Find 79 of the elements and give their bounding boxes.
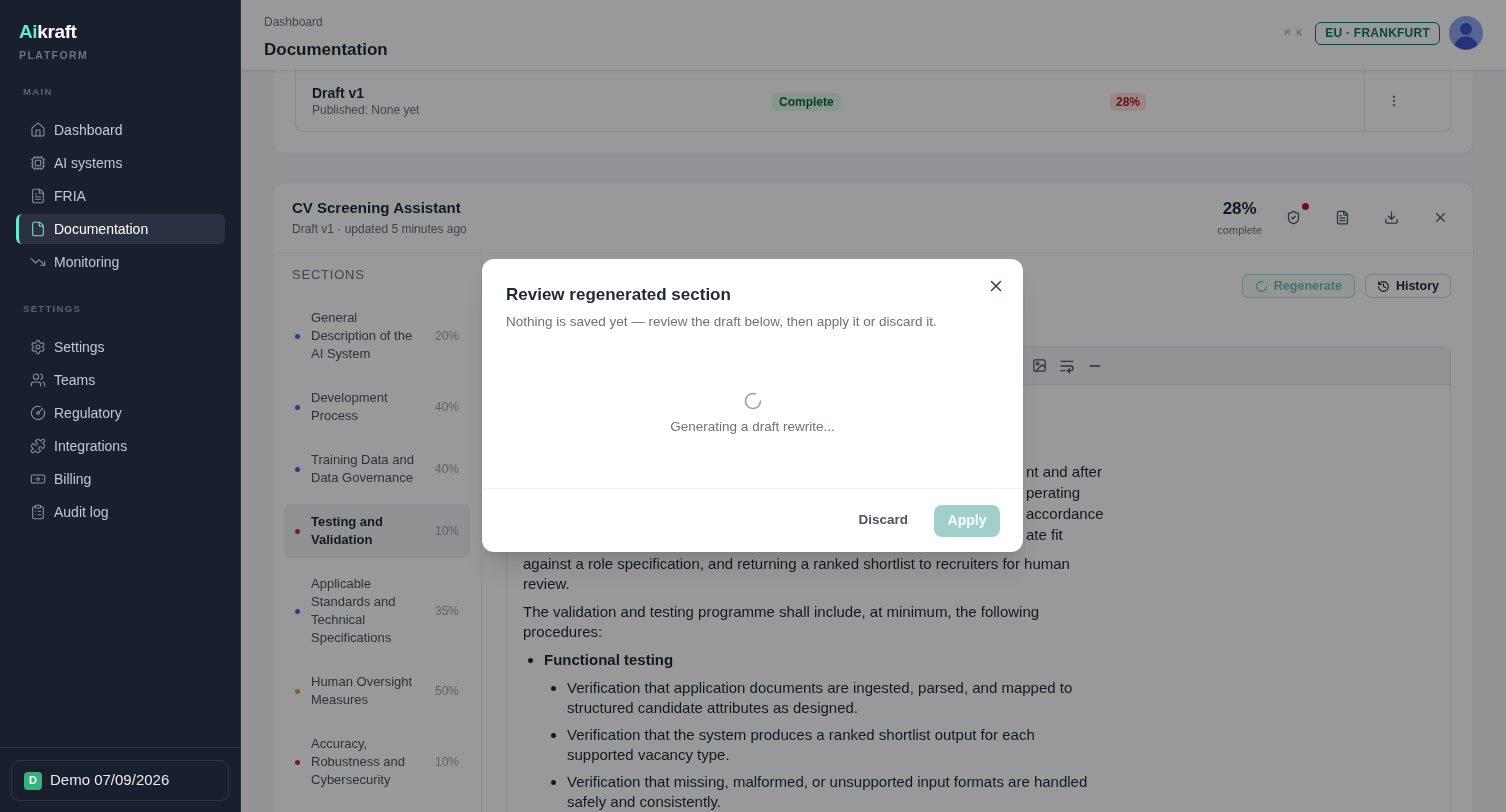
spinner-icon xyxy=(1254,279,1268,293)
nav-item[interactable]: FRIA xyxy=(16,181,225,211)
dialog-title: Review regenerated section xyxy=(506,284,731,306)
version-name: Draft v1 xyxy=(312,83,365,102)
nav-item[interactable]: Settings xyxy=(16,332,225,362)
bullet-icon xyxy=(551,780,556,785)
settings-icon xyxy=(30,339,46,355)
editor-text: ate fit xyxy=(1026,525,1063,545)
section-progress: 40% xyxy=(434,399,459,416)
section-item[interactable]: Training Data and Data Governance 40% xyxy=(284,442,470,496)
sections-heading: SECTIONS xyxy=(292,267,365,283)
editor-paragraph: The validation and testing programme shall include, at minimum, the following procedures: xyxy=(523,602,1041,642)
nav-item[interactable]: Billing xyxy=(16,464,225,494)
chip-icon xyxy=(30,155,46,171)
page-title: Documentation xyxy=(264,39,388,61)
download-icon[interactable] xyxy=(1383,210,1399,225)
breadcrumb-link[interactable]: Dashboard xyxy=(264,14,323,30)
nav-group-heading: MAIN xyxy=(23,86,53,98)
completion-badge: 28% xyxy=(1110,92,1147,111)
nav-item[interactable]: Audit log xyxy=(16,497,225,527)
bullet-icon xyxy=(528,658,533,663)
document-icon[interactable] xyxy=(1334,210,1350,225)
app-logo: Aikraft xyxy=(19,22,77,42)
section-item[interactable]: Development Process 40% xyxy=(284,380,470,434)
section-item[interactable]: Accuracy, Robustness and Cybersecurity 10% xyxy=(284,726,470,798)
completion-value: 28% xyxy=(1222,198,1257,220)
home-icon xyxy=(30,122,46,138)
section-progress: 40% xyxy=(434,461,459,478)
section-item[interactable]: General Description of the AI System 20% xyxy=(284,300,470,372)
section-progress: 10% xyxy=(434,754,459,771)
section-progress: 50% xyxy=(434,683,459,700)
workspace-badge: D xyxy=(24,771,42,790)
nav-item[interactable]: Integrations xyxy=(16,431,225,461)
shield-check-icon[interactable] xyxy=(1285,210,1301,225)
clipboard-icon xyxy=(30,504,46,520)
nav-item[interactable]: Monitoring xyxy=(16,247,225,277)
status-badge: Complete xyxy=(772,92,841,111)
banknote-icon xyxy=(30,471,46,487)
editor-text: accordance xyxy=(1026,504,1104,524)
section-progress: 20% xyxy=(434,328,459,345)
bullet-icon xyxy=(551,686,556,691)
dialog-description: Nothing is saved yet — review the draft below, then apply it or discard it. xyxy=(506,313,937,331)
discard-button[interactable]: Discard xyxy=(846,504,920,537)
section-progress: 35% xyxy=(434,603,459,620)
section-item[interactable]: Human Oversight Measures 50% xyxy=(284,664,470,718)
published-date: Published: None yet xyxy=(312,101,420,118)
nav-item[interactable]: AI systems xyxy=(16,148,225,178)
editor-text: nt and after xyxy=(1026,462,1102,482)
nav-item[interactable]: Dashboard xyxy=(16,115,225,145)
region-badge: EU · FRANKFURT xyxy=(1315,21,1440,45)
list-item-text: Functional testing xyxy=(544,650,674,670)
file-icon xyxy=(30,221,46,237)
nav-group-heading: SETTINGS xyxy=(23,303,82,315)
spinner-icon xyxy=(742,391,763,411)
completion-caption: complete xyxy=(1217,223,1262,237)
loading-text: Generating a draft rewrite... xyxy=(670,418,835,436)
history-button[interactable]: History xyxy=(1364,274,1451,298)
logo-tagline: PLATFORM xyxy=(19,48,89,62)
nav-item[interactable]: Documentation xyxy=(16,214,225,244)
history-icon xyxy=(1376,279,1390,293)
image-icon[interactable] xyxy=(1032,358,1047,373)
list-item-text: Verification that missing, malformed, or unsupported input formats are handled safely and consistently. xyxy=(567,772,1089,812)
document-icon xyxy=(30,188,46,204)
shortcut-hint: ⌘ K xyxy=(1284,26,1303,41)
list-item-text: Verification that the system produces a ranked shortlist output for each supported vacancy type. xyxy=(567,725,1036,765)
nav-item[interactable]: Regulatory xyxy=(16,398,225,428)
document-meta: Draft v1 · updated 5 minutes ago xyxy=(292,221,467,237)
editor-paragraph: against a role specification, and returning a ranked shortlist to recruiters for human review. xyxy=(523,554,1071,594)
editor-text: perating xyxy=(1026,483,1081,503)
gauge-icon xyxy=(30,405,46,421)
user-avatar[interactable] xyxy=(1449,16,1483,50)
document-title: CV Screening Assistant xyxy=(292,198,461,218)
users-icon xyxy=(30,372,46,388)
nav-item[interactable]: Teams xyxy=(16,365,225,395)
bullet-icon xyxy=(551,733,556,738)
workspace-switcher[interactable]: D Demo 07/09/2026 xyxy=(11,760,229,801)
section-item[interactable]: Applicable Standards and Technical Specifications 35% xyxy=(284,566,470,656)
puzzle-icon xyxy=(30,438,46,454)
list-item-text: Verification that application documents are ingested, parsed, and mapped to structured candidate attributes as designed. xyxy=(567,678,1074,718)
